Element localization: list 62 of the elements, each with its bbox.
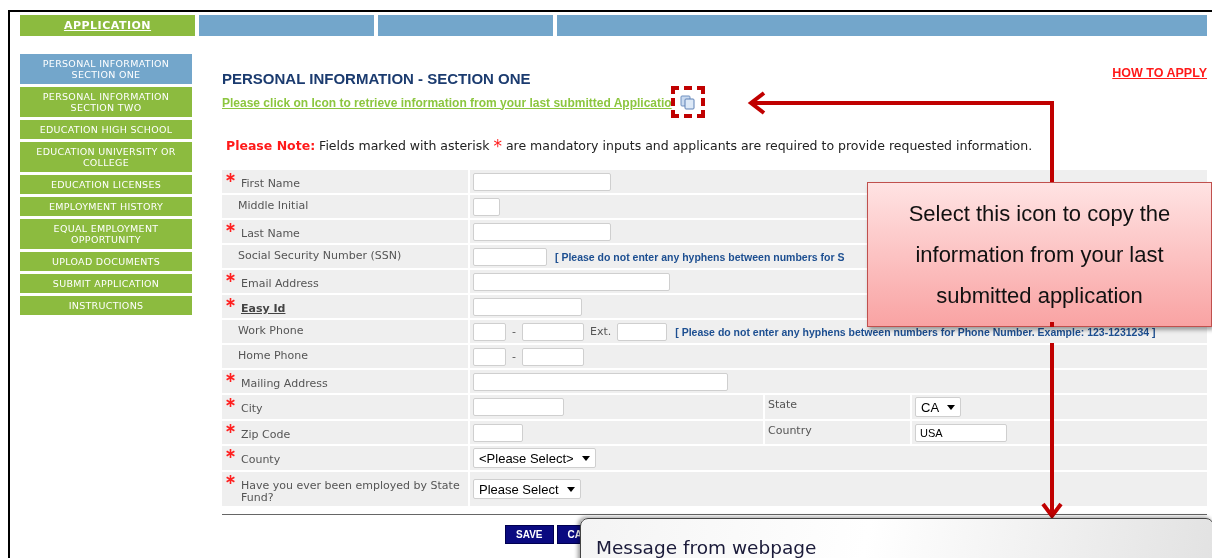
dropdown[interactable]: Please Select — [473, 479, 581, 499]
text-field[interactable] — [473, 398, 564, 416]
form-button[interactable]: SAVE — [505, 525, 554, 544]
text-field[interactable] — [617, 322, 668, 341]
text-field[interactable] — [473, 247, 547, 266]
text-field[interactable] — [473, 347, 506, 366]
nav-tab[interactable]: APPLICATION — [20, 15, 195, 36]
text-field[interactable] — [473, 372, 728, 391]
page-title: PERSONAL INFORMATION - SECTION ONE — [222, 70, 531, 87]
sidebar-item[interactable]: EMPLOYMENT HISTORY — [20, 197, 192, 216]
text-field[interactable] — [473, 172, 611, 191]
how-to-apply-link[interactable]: HOW TO APPLY — [1112, 66, 1207, 80]
sidebar-item[interactable]: EDUCATION UNIVERSITY OR COLLEGE — [20, 142, 192, 172]
field-label-link[interactable]: Easy Id — [241, 303, 286, 315]
nav-tab[interactable] — [199, 15, 374, 36]
text-field[interactable] — [473, 423, 523, 442]
hint-text: [ Please do not enter any hyphens between numbers for S — [555, 250, 845, 263]
caret-icon — [947, 404, 956, 410]
field-label: Country — [765, 421, 910, 444]
sidebar-item[interactable]: PERSONAL INFORMATION SECTION ONE — [20, 54, 192, 84]
text-field[interactable] — [473, 322, 506, 341]
sidebar-item[interactable]: UPLOAD DOCUMENTS — [20, 252, 192, 271]
text-field[interactable] — [473, 197, 500, 216]
dialog-title: Message from webpage — [596, 537, 817, 558]
text-field[interactable] — [473, 272, 670, 291]
text-field[interactable] — [522, 322, 584, 341]
dashed-highlight-box — [670, 86, 705, 118]
separator-text: - — [512, 325, 516, 338]
field-label: Last Name — [241, 228, 300, 240]
sidebar-item[interactable]: EQUAL EMPLOYMENT OPPORTUNITY — [20, 219, 192, 249]
hint-text: [ Please do not enter any hyphens between numbers for Phone Number. Example: 123-1231234 ] — [675, 325, 1156, 338]
copy-icon[interactable] — [679, 95, 696, 110]
field-label: Have you ever been employed by State Fund? — [241, 480, 461, 504]
sidebar-item[interactable]: SUBMIT APPLICATION — [20, 274, 192, 293]
retrieve-info-link[interactable]: Please click on Icon to retrieve information from your last submitted Applicatio — [222, 95, 672, 110]
text-field[interactable] — [473, 297, 582, 316]
sidebar-item[interactable]: PERSONAL INFORMATION SECTION TWO — [20, 87, 192, 117]
field-label: Zip Code — [241, 429, 291, 441]
dropdown[interactable]: CA — [915, 397, 962, 417]
sidebar-item[interactable]: EDUCATION LICENSES — [20, 175, 192, 194]
field-label: State — [765, 395, 910, 419]
caret-icon — [566, 486, 575, 492]
field-label: First Name — [241, 178, 301, 190]
text-field[interactable] — [522, 347, 584, 366]
field-label: Work Phone — [238, 325, 304, 337]
separator-text: - — [512, 350, 516, 363]
sidebar-item[interactable]: EDUCATION HIGH SCHOOL — [20, 120, 192, 139]
dropdown[interactable]: <Please Select> — [473, 448, 596, 468]
field-label: Mailing Address — [241, 378, 328, 390]
field-label: County — [241, 454, 281, 466]
field-label: Middle Initial — [238, 200, 309, 212]
text-field[interactable] — [473, 222, 611, 241]
caret-icon — [581, 455, 590, 461]
field-label: Social Security Number (SSN) — [238, 250, 402, 262]
callout-box: Select this icon to copy the information from your last submitted application — [867, 182, 1212, 327]
sidebar-item[interactable]: INSTRUCTIONS — [20, 296, 192, 315]
field-label: Home Phone — [238, 350, 309, 362]
nav-tab[interactable] — [378, 15, 553, 36]
field-label: Email Address — [241, 278, 319, 290]
field-label: City — [241, 403, 263, 415]
text-field[interactable]: USA — [915, 423, 1007, 442]
ext-label: Ext. — [590, 325, 612, 338]
